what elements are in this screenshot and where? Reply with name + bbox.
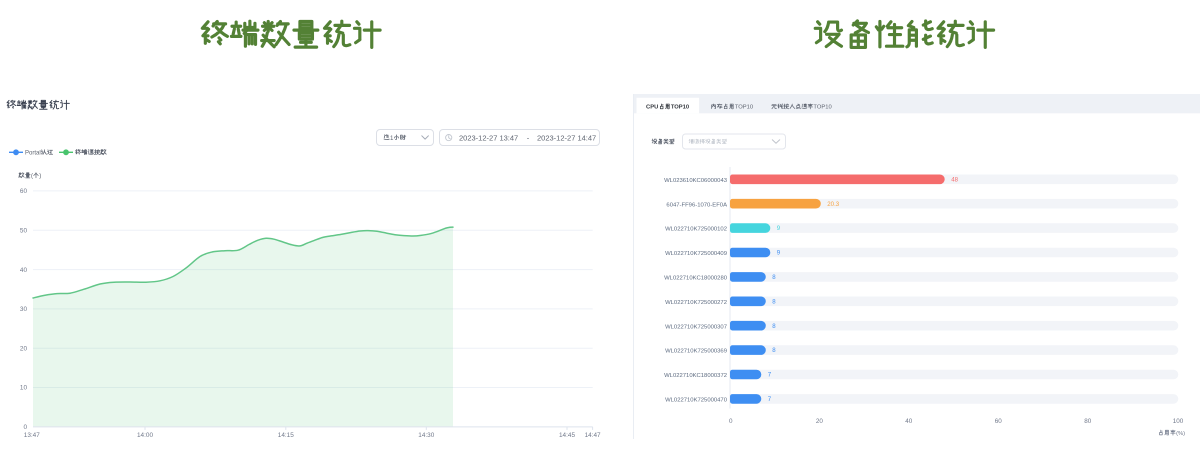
svg-text:WL022710K725000409: WL022710K725000409 bbox=[665, 251, 727, 257]
svg-text:Portal: Portal bbox=[25, 151, 41, 157]
svg-text:14:45: 14:45 bbox=[559, 432, 575, 439]
svg-text:): ) bbox=[39, 174, 41, 180]
svg-text:8: 8 bbox=[772, 347, 776, 354]
svg-text:WL022710K725000102: WL022710K725000102 bbox=[665, 227, 727, 233]
svg-text:20: 20 bbox=[816, 418, 824, 425]
svg-text:80: 80 bbox=[1084, 418, 1092, 425]
svg-text:WL022710KC18000280: WL022710KC18000280 bbox=[664, 276, 728, 282]
svg-text:CPU: CPU bbox=[646, 105, 658, 111]
svg-text:50: 50 bbox=[20, 227, 28, 234]
svg-text:0: 0 bbox=[23, 424, 27, 431]
svg-text:40: 40 bbox=[20, 267, 28, 274]
svg-text:8: 8 bbox=[772, 274, 776, 281]
svg-text:14:47: 14:47 bbox=[585, 432, 601, 439]
svg-text:6047-FF96-1070-EF0A: 6047-FF96-1070-EF0A bbox=[666, 202, 727, 208]
svg-text:7: 7 bbox=[768, 372, 772, 379]
svg-text:WL022710K725000369: WL022710K725000369 bbox=[665, 349, 727, 355]
svg-text:60: 60 bbox=[20, 188, 28, 195]
svg-text:0: 0 bbox=[729, 418, 733, 425]
svg-text:2023-12-27 13:47: 2023-12-27 13:47 bbox=[459, 133, 518, 142]
svg-text:40: 40 bbox=[905, 418, 913, 425]
svg-text:14:30: 14:30 bbox=[418, 432, 434, 439]
svg-text:9: 9 bbox=[777, 225, 781, 232]
svg-text:20.3: 20.3 bbox=[827, 201, 839, 208]
svg-text:WL022710K725000307: WL022710K725000307 bbox=[665, 324, 727, 330]
svg-text:WL022710K725000272: WL022710K725000272 bbox=[665, 300, 727, 306]
svg-text:WL022710KC18000372: WL022710KC18000372 bbox=[664, 373, 727, 379]
svg-text:9: 9 bbox=[777, 250, 781, 257]
svg-text:(%): (%) bbox=[1176, 431, 1185, 437]
svg-text:WL022710K725000470: WL022710K725000470 bbox=[665, 398, 728, 404]
svg-text:WL023610KC06000043: WL023610KC06000043 bbox=[664, 178, 728, 184]
svg-text:8: 8 bbox=[772, 298, 776, 305]
svg-text:2023-12-27 14:47: 2023-12-27 14:47 bbox=[537, 133, 596, 142]
svg-text:100: 100 bbox=[1173, 418, 1184, 425]
svg-text:TOP10: TOP10 bbox=[735, 105, 753, 111]
svg-text:(: ( bbox=[31, 174, 33, 180]
svg-text:10: 10 bbox=[20, 385, 28, 392]
svg-text:20: 20 bbox=[20, 345, 28, 352]
svg-text:1: 1 bbox=[390, 135, 394, 142]
svg-text:14:15: 14:15 bbox=[278, 432, 294, 439]
svg-text:7: 7 bbox=[768, 396, 772, 403]
svg-text:60: 60 bbox=[995, 418, 1003, 425]
svg-text:TOP10: TOP10 bbox=[671, 105, 689, 111]
svg-text:48: 48 bbox=[951, 176, 958, 183]
svg-text:TOP10: TOP10 bbox=[813, 105, 831, 111]
svg-text:30: 30 bbox=[20, 306, 28, 313]
svg-text:13:47: 13:47 bbox=[24, 432, 40, 439]
svg-text:14:00: 14:00 bbox=[137, 432, 153, 439]
svg-text:8: 8 bbox=[772, 323, 776, 330]
